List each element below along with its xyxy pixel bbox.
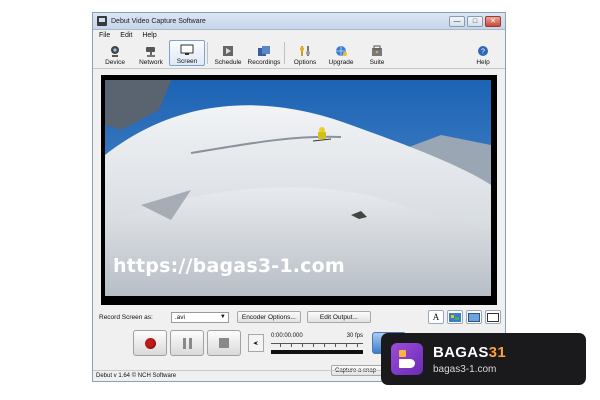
- time-panel: 0:00:00.000 30 fps: [269, 330, 365, 356]
- toolbar-label: Suite: [369, 59, 385, 66]
- toolbar-screen[interactable]: Screen: [169, 40, 205, 66]
- minimize-button[interactable]: —: [449, 15, 465, 27]
- toolbar-label: Upgrade: [328, 59, 354, 66]
- toolbar-network[interactable]: Network: [133, 40, 169, 66]
- maximize-button[interactable]: □: [467, 15, 483, 27]
- color-adjust-icon[interactable]: [447, 310, 463, 324]
- text-caption-icon[interactable]: A: [428, 310, 444, 324]
- menu-help[interactable]: Help: [142, 32, 156, 39]
- record-format-bar: Record Screen as: .avi ▼ Encoder Options…: [99, 309, 501, 325]
- pause-button[interactable]: [170, 330, 204, 356]
- video-preview: https://bagas3-1.com: [101, 75, 497, 305]
- toolbar-options[interactable]: Options: [287, 40, 323, 66]
- window-title: Debut Video Capture Software: [111, 17, 206, 25]
- record-as-label: Record Screen as:: [99, 313, 153, 321]
- chevron-down-icon: ▼: [219, 313, 226, 320]
- format-value: .avi: [174, 313, 185, 321]
- stop-icon: [219, 338, 229, 348]
- encoder-options-button[interactable]: Encoder Options...: [236, 311, 301, 323]
- toolbar-separator: [284, 42, 285, 64]
- toolbar-help[interactable]: ? Help: [465, 40, 501, 66]
- toolbar-separator: [207, 42, 208, 64]
- level-meter: [271, 350, 363, 354]
- toolbar: Device Network Screen Schedule Recording…: [93, 40, 505, 69]
- watermark-image-icon[interactable]: [466, 310, 482, 324]
- watermark-badge: BAGAS31 bagas3-1.com: [381, 333, 586, 385]
- format-select[interactable]: .avi ▼: [170, 311, 229, 323]
- recordings-icon: [258, 46, 270, 56]
- watermark-text: https://bagas3-1.com: [113, 255, 345, 277]
- toolbar-label: Help: [476, 59, 490, 66]
- video-effect-icons: A: [428, 310, 501, 324]
- badge-text: BAGAS31 bagas3-1.com: [433, 344, 506, 375]
- toolbar-schedule[interactable]: Schedule: [210, 40, 246, 66]
- toolbar-label: Device: [105, 59, 125, 66]
- pause-icon: [182, 337, 192, 349]
- badge-name-a: BAGAS: [433, 343, 489, 361]
- toolbar-recordings[interactable]: Recordings: [246, 40, 282, 66]
- badge-url: bagas3-1.com: [433, 363, 497, 375]
- record-button[interactable]: [133, 330, 167, 356]
- badge-name-b: 31: [488, 343, 506, 361]
- svg-text:?: ?: [481, 49, 485, 56]
- help-icon: ?: [478, 46, 488, 56]
- menu-file[interactable]: File: [99, 32, 110, 39]
- network-camera-icon: [146, 47, 155, 57]
- badge-name: BAGAS31: [433, 344, 506, 361]
- record-icon: [144, 337, 156, 349]
- bagas-logo-icon: [391, 343, 423, 375]
- window-controls: — □ ✕: [449, 15, 501, 27]
- volume-button[interactable]: ◂:: [248, 334, 264, 352]
- webcam-icon: [111, 46, 119, 57]
- close-button[interactable]: ✕: [485, 15, 501, 27]
- menu-edit[interactable]: Edit: [120, 32, 132, 39]
- toolbar-device[interactable]: Device: [97, 40, 133, 66]
- frame-rate: 30 fps: [346, 333, 363, 339]
- suite-icon: [372, 45, 382, 56]
- toolbar-label: Options: [293, 59, 317, 66]
- toolbar-label: Network: [139, 59, 163, 66]
- title-bar: Debut Video Capture Software — □ ✕: [93, 13, 505, 30]
- overlay-frame-icon[interactable]: [485, 310, 501, 324]
- schedule-icon: [223, 46, 233, 56]
- position-slider[interactable]: [271, 343, 363, 348]
- options-icon: [300, 46, 310, 56]
- stop-button[interactable]: [207, 330, 241, 356]
- monitor-icon: [180, 44, 194, 55]
- elapsed-time: 0:00:00.000: [271, 333, 303, 339]
- toolbar-upgrade[interactable]: Upgrade: [323, 40, 359, 66]
- edit-output-button[interactable]: Edit Output...: [306, 311, 371, 323]
- upgrade-globe-icon: [336, 46, 347, 56]
- app-icon: [97, 16, 107, 26]
- toolbar-label: Screen: [176, 58, 198, 65]
- status-text: Debut v 1.64 © NCH Software: [96, 373, 177, 379]
- toolbar-label: Schedule: [214, 59, 242, 66]
- toolbar-suite[interactable]: Suite: [359, 40, 395, 66]
- app-window: Debut Video Capture Software — □ ✕ File …: [92, 12, 506, 382]
- toolbar-label: Recordings: [247, 59, 281, 66]
